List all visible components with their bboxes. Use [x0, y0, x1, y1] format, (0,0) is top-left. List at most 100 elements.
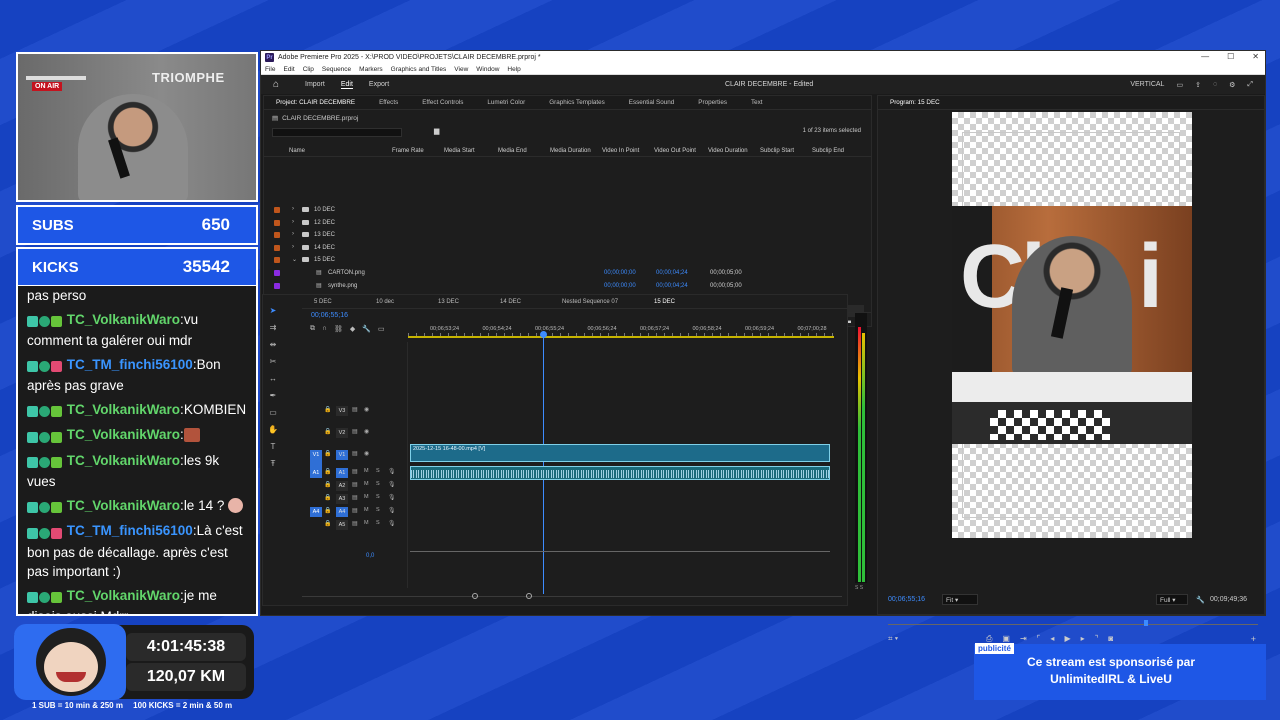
marker-icon[interactable]: ◆: [350, 325, 355, 333]
label-color-swatch[interactable]: [274, 257, 280, 264]
seq-tab-nested07[interactable]: Nested Sequence 07: [550, 296, 642, 308]
label-color-swatch[interactable]: [274, 244, 280, 251]
source-patch[interactable]: V1: [310, 450, 322, 470]
track-header-v3[interactable]: 🔒 ▤ ◉ V3: [302, 406, 408, 418]
lock-icon[interactable]: 🔒: [324, 481, 331, 488]
tab-text[interactable]: Text: [739, 99, 775, 106]
caption-tool-icon[interactable]: Ŧ: [268, 459, 278, 469]
program-scrubber[interactable]: [888, 624, 1258, 625]
project-row[interactable]: › 14 DEC: [264, 242, 864, 254]
mute-icon[interactable]: M: [364, 468, 369, 474]
program-playhead[interactable]: [1144, 620, 1148, 626]
col-frame-rate[interactable]: Frame Rate: [392, 148, 424, 154]
mute-icon[interactable]: M: [364, 520, 369, 526]
scroll-handle-left[interactable]: [472, 593, 478, 599]
tab-export[interactable]: Export: [369, 81, 389, 88]
insert-icon[interactable]: ⇥: [1020, 634, 1027, 644]
tab-essential-sound[interactable]: Essential Sound: [617, 99, 687, 106]
sync-lock-icon[interactable]: ▤: [352, 468, 358, 475]
microphone-icon[interactable]: 🎙: [388, 507, 396, 514]
timeline-timecode[interactable]: 00;06;55;16: [311, 312, 348, 319]
mute-icon[interactable]: M: [364, 507, 369, 513]
track-header-a1[interactable]: A1 🔒 ▤ M S 🎙 A1: [302, 468, 408, 480]
col-video-duration[interactable]: Video Duration: [708, 148, 748, 154]
chat-username[interactable]: TC_VolkanikWaro: [67, 427, 180, 442]
track-label[interactable]: A4: [336, 507, 348, 517]
pen-tool-icon[interactable]: ✒: [268, 391, 278, 401]
fit-select[interactable]: Fit ▾: [942, 594, 978, 605]
captions-icon[interactable]: ▭: [378, 325, 385, 333]
solo-icon[interactable]: S: [376, 481, 380, 487]
menu-graphics[interactable]: Graphics and Titles: [391, 66, 447, 73]
track-label[interactable]: V3: [336, 406, 348, 416]
col-video-out[interactable]: Video Out Point: [654, 148, 696, 154]
quality-select[interactable]: Full ▾: [1156, 594, 1188, 605]
bin-icon[interactable]: ▆: [434, 127, 444, 136]
track-header-v2[interactable]: 🔒 ▤ ◉ V2: [302, 428, 408, 440]
fullscreen-icon[interactable]: ⤢: [1247, 81, 1253, 89]
project-row[interactable]: › 10 DEC: [264, 204, 864, 216]
sync-lock-icon[interactable]: ▤: [352, 428, 358, 435]
track-header-a2[interactable]: 🔒 ▤ M S 🎙 A2: [302, 481, 408, 493]
track-label[interactable]: A1: [336, 468, 348, 478]
snap-icon[interactable]: ∩: [322, 325, 327, 333]
lock-icon[interactable]: 🔒: [324, 494, 331, 501]
step-forward-icon[interactable]: ▸: [1081, 634, 1085, 644]
track-select-icon[interactable]: ⇉: [268, 323, 278, 333]
timeline-scrollbar[interactable]: [302, 596, 842, 597]
sync-lock-icon[interactable]: ▤: [352, 494, 358, 501]
nest-icon[interactable]: ⧉: [310, 325, 315, 333]
tab-effects[interactable]: Effects: [367, 99, 410, 106]
eye-icon[interactable]: ◉: [364, 450, 369, 457]
microphone-icon[interactable]: 🎙: [388, 494, 396, 501]
tab-edit[interactable]: Edit: [340, 81, 353, 89]
tab-effect-controls[interactable]: Effect Controls: [410, 99, 475, 106]
project-row[interactable]: ▤ CARTON.png 00;00;00;00 00;00;04;24 00;00;0…: [264, 267, 864, 279]
project-search-input[interactable]: [272, 128, 402, 137]
chat-username[interactable]: TC_VolkanikWaro: [67, 402, 180, 417]
tab-program[interactable]: Program: 15 DEC: [878, 99, 952, 106]
tab-properties[interactable]: Properties: [686, 99, 739, 106]
mix-value[interactable]: 0,0: [366, 553, 374, 559]
col-subclip-end[interactable]: Subclip End: [812, 148, 844, 154]
col-media-end[interactable]: Media End: [498, 148, 527, 154]
lock-icon[interactable]: 🔒: [324, 406, 331, 413]
lock-icon[interactable]: 🔒: [324, 520, 331, 527]
video-clip[interactable]: 2025-12-15 16-48-00.mp4 [V]: [410, 444, 830, 462]
camera-icon[interactable]: ◙: [1108, 634, 1113, 644]
label-color-swatch[interactable]: [274, 282, 280, 289]
track-header-a5[interactable]: 🔒 ▤ M S 🎙 A5: [302, 520, 408, 532]
eye-icon[interactable]: ◉: [364, 428, 369, 435]
sync-lock-icon[interactable]: ▤: [352, 450, 358, 457]
scroll-handle-right[interactable]: [526, 593, 532, 599]
selection-tool-icon[interactable]: ➤: [268, 306, 278, 316]
label-color-swatch[interactable]: [274, 232, 280, 239]
maximize-icon[interactable]: ☐: [1227, 52, 1234, 61]
vertical-label[interactable]: VERTICAL: [1130, 81, 1164, 88]
track-label[interactable]: V1: [336, 450, 348, 460]
chat-username[interactable]: TC_VolkanikWaro: [67, 312, 180, 327]
source-patch[interactable]: [310, 494, 322, 504]
slip-tool-icon[interactable]: ↔: [268, 374, 278, 384]
settings-menu-icon[interactable]: ⌗ ▾: [888, 634, 898, 644]
menu-markers[interactable]: Markers: [359, 66, 382, 73]
lock-icon[interactable]: 🔒: [324, 450, 331, 457]
menu-view[interactable]: View: [454, 66, 468, 73]
linked-icon[interactable]: ⛓: [334, 325, 343, 333]
minimize-icon[interactable]: —: [1201, 52, 1209, 61]
step-back-icon[interactable]: ◂: [1050, 634, 1054, 644]
menu-edit[interactable]: Edit: [283, 66, 294, 73]
project-row[interactable]: ▤ synthe.png 00;00;00;00 00;00;04;24 00;00;0…: [264, 280, 864, 292]
source-patch[interactable]: [310, 481, 322, 491]
chevron-down-icon[interactable]: ⌄: [292, 256, 297, 263]
solo-icon[interactable]: S: [376, 468, 380, 474]
seq-tab-15dec[interactable]: 15 DEC: [642, 296, 704, 308]
chevron-right-icon[interactable]: ›: [292, 206, 294, 212]
menu-clip[interactable]: Clip: [303, 66, 314, 73]
tab-lumetri[interactable]: Lumetri Color: [475, 99, 537, 106]
chat-username[interactable]: TC_VolkanikWaro: [67, 498, 180, 513]
project-row[interactable]: ⌄ 15 DEC: [264, 254, 864, 266]
rectangle-tool-icon[interactable]: ▭: [268, 408, 278, 418]
wrench-icon[interactable]: 🔧: [1196, 596, 1205, 604]
track-label[interactable]: A5: [336, 520, 348, 530]
